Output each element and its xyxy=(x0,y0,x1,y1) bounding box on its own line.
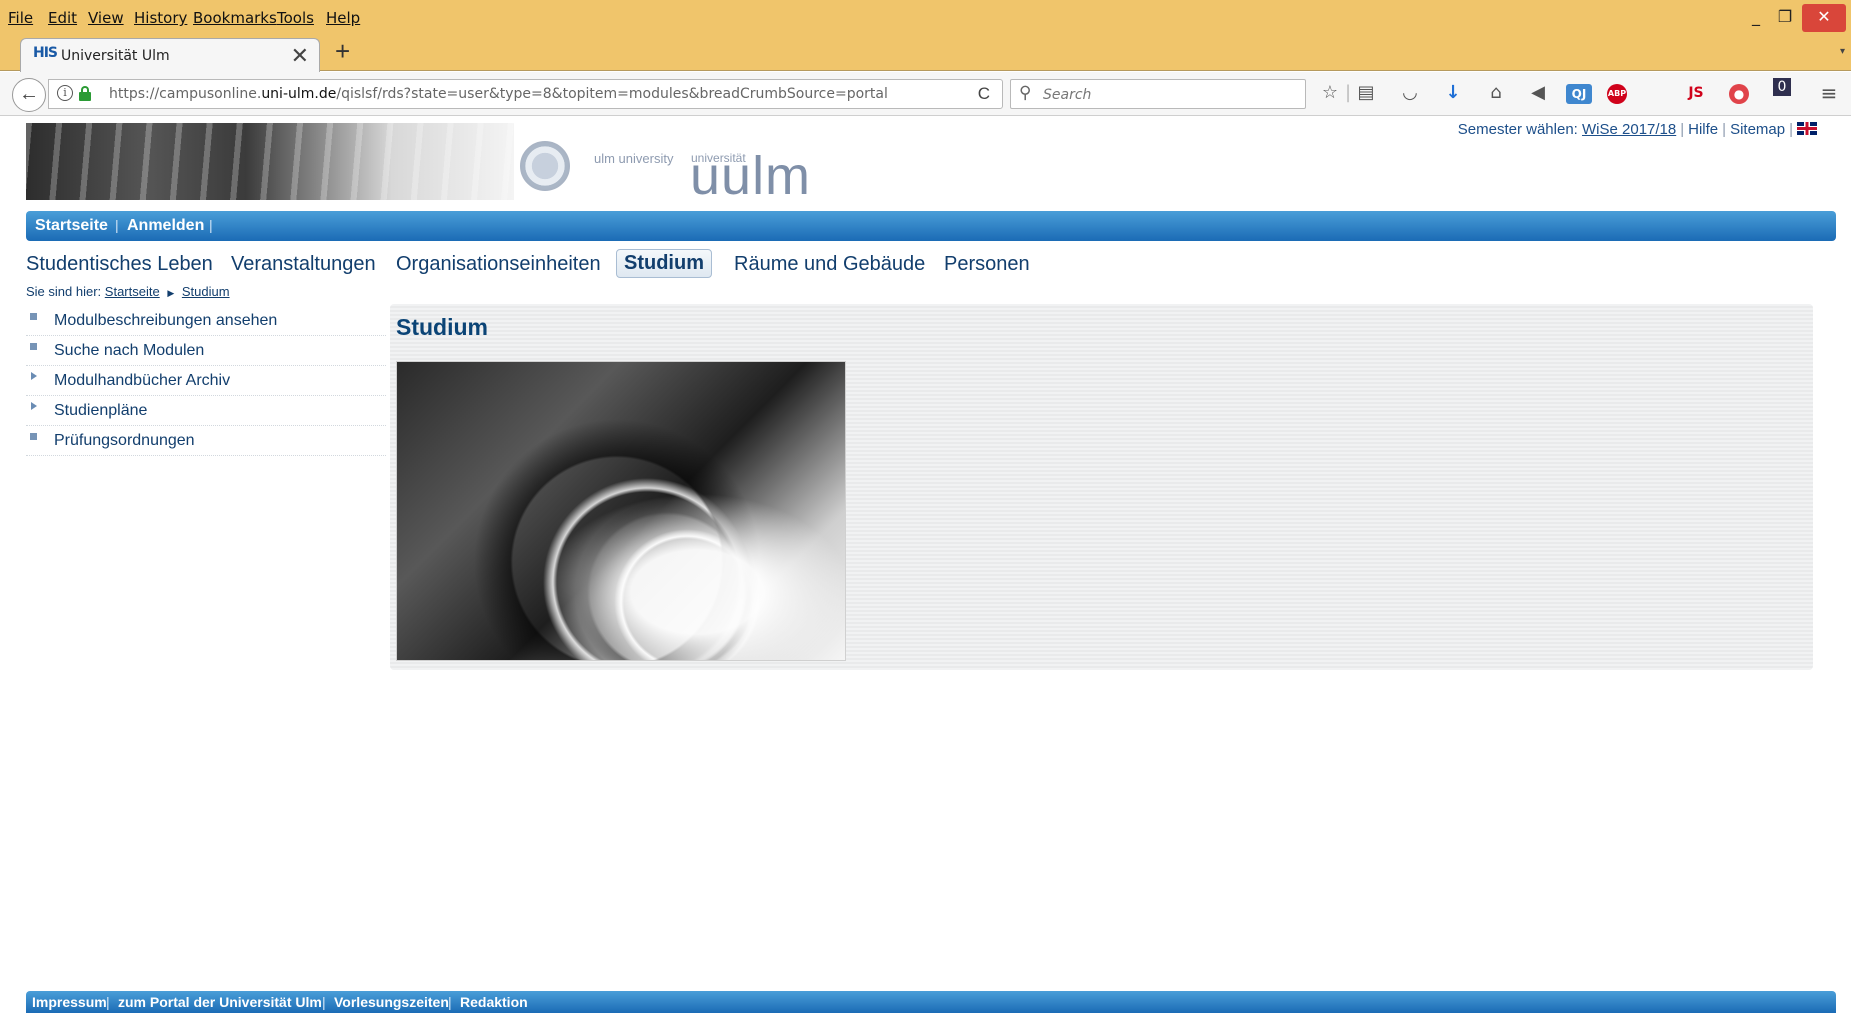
his-favicon-icon: HIS xyxy=(33,45,58,61)
footer-separator: | xyxy=(322,994,326,1010)
search-bar[interactable]: ⚲ Search xyxy=(1010,79,1306,109)
browser-tab[interactable]: HIS Universität Ulm ✕ xyxy=(20,38,320,72)
tab-list-icon[interactable]: ▾ xyxy=(1840,46,1845,57)
side-item-modulbeschreibungen[interactable]: Modulbeschreibungen ansehen xyxy=(26,306,386,336)
menu-file[interactable]: File xyxy=(8,9,33,27)
side-item-studienplaene[interactable]: Studienpläne xyxy=(26,396,386,426)
footer-vorlesungszeiten-link[interactable]: Vorlesungszeiten xyxy=(334,994,449,1010)
anmelden-link[interactable]: Anmelden xyxy=(127,217,204,235)
download-icon[interactable]: ↓ xyxy=(1442,80,1464,106)
square-bullet-icon xyxy=(30,433,37,440)
menu-bookmarks[interactable]: Bookmarks xyxy=(193,9,277,27)
js-toggle-icon[interactable]: JS xyxy=(1683,80,1709,106)
side-item-label: Modulhandbücher Archiv xyxy=(54,372,231,389)
square-bullet-icon xyxy=(30,343,37,350)
expand-arrow-icon xyxy=(31,372,37,380)
breadcrumb-studium[interactable]: Studium xyxy=(182,284,230,299)
menu-view[interactable]: View xyxy=(88,9,124,27)
noscript-icon[interactable]: ● xyxy=(1729,84,1749,104)
qj-extension-icon[interactable]: QJ xyxy=(1566,84,1592,104)
info-icon[interactable]: i xyxy=(57,85,73,101)
menu-help[interactable]: Help xyxy=(326,9,360,27)
footer-separator: | xyxy=(106,994,110,1010)
side-item-label: Prüfungsordnungen xyxy=(54,432,195,449)
content-panel: Studium xyxy=(390,304,1813,670)
back-button[interactable]: ← xyxy=(12,78,46,112)
header-links: Semester wählen: WiSe 2017/18 | Hilfe | Site… xyxy=(1458,121,1817,138)
side-item-suche-nach-modulen[interactable]: Suche nach Modulen xyxy=(26,336,386,366)
adblock-icon[interactable]: ABP xyxy=(1607,84,1627,104)
tab-strip: HIS Universität Ulm ✕ + ▾ xyxy=(0,36,1851,72)
menu-edit[interactable]: Edit xyxy=(48,9,77,27)
nav-raeume-und-gebaeude[interactable]: Räume und Gebäude xyxy=(734,253,925,276)
reload-icon[interactable]: C xyxy=(978,84,990,104)
expand-arrow-icon xyxy=(31,402,37,410)
tab-title: Universität Ulm xyxy=(61,48,170,64)
hamburger-menu-icon[interactable]: ≡ xyxy=(1816,80,1842,106)
new-tab-icon[interactable]: + xyxy=(335,36,350,67)
side-item-label: Suche nach Modulen xyxy=(54,342,205,359)
menu-bar: File Edit View History Bookmarks Tools H… xyxy=(0,0,1851,36)
nav-personen[interactable]: Personen xyxy=(944,253,1030,276)
home-icon[interactable]: ⌂ xyxy=(1484,80,1508,106)
side-item-modulhandbuecher-archiv[interactable]: Modulhandbücher Archiv xyxy=(26,366,386,396)
reading-list-icon[interactable]: ▤ xyxy=(1354,80,1378,106)
close-tab-icon[interactable]: ✕ xyxy=(291,43,309,69)
nav-studentisches-leben[interactable]: Studentisches Leben xyxy=(26,253,213,276)
header-banner: ulm university universität uulm xyxy=(26,123,814,206)
back-arrow-icon: ← xyxy=(19,83,39,105)
breadcrumb: Sie sind hier: Startseite ▶ Studium xyxy=(26,284,230,299)
menu-tools[interactable]: Tools xyxy=(277,9,314,27)
nav-veranstaltungen[interactable]: Veranstaltungen xyxy=(231,253,376,276)
side-item-pruefungsordnungen[interactable]: Prüfungsordnungen xyxy=(26,426,386,456)
bar-separator: | xyxy=(115,217,119,233)
side-item-label: Studienpläne xyxy=(54,402,148,419)
send-icon[interactable]: ◀ xyxy=(1526,80,1550,106)
sitemap-link[interactable]: Sitemap xyxy=(1730,121,1785,138)
pocket-icon[interactable]: ◡ xyxy=(1398,80,1422,106)
help-link[interactable]: Hilfe xyxy=(1688,121,1718,138)
notification-icon[interactable]: 0 xyxy=(1773,78,1791,96)
breadcrumb-arrow-icon: ▶ xyxy=(167,288,175,298)
startseite-link[interactable]: Startseite xyxy=(35,217,108,235)
uulm-logo: uulm xyxy=(690,146,812,206)
magazine-photo xyxy=(396,361,846,661)
footer-redaktion-link[interactable]: Redaktion xyxy=(460,994,528,1010)
url-text[interactable]: https://campusonline.uni-ulm.de/qislsf/r… xyxy=(109,86,888,102)
web-page: ulm university universität uulm Semester… xyxy=(0,116,1851,1013)
toolbar-separator: | xyxy=(1344,82,1352,103)
close-window-icon[interactable]: ✕ xyxy=(1802,4,1846,32)
banner-photo xyxy=(26,123,514,200)
search-placeholder: Search xyxy=(1043,87,1092,103)
square-bullet-icon xyxy=(30,313,37,320)
browser-chrome: File Edit View History Bookmarks Tools H… xyxy=(0,0,1851,116)
footer-impressum-link[interactable]: Impressum xyxy=(32,994,107,1010)
breadcrumb-prefix: Sie sind hier: xyxy=(26,284,102,299)
footer-portal-link[interactable]: zum Portal der Universität Ulm xyxy=(118,994,322,1010)
top-blue-bar: Startseite | Anmelden | xyxy=(26,211,1836,241)
nav-studium[interactable]: Studium xyxy=(616,249,712,278)
side-item-label: Modulbeschreibungen ansehen xyxy=(54,312,278,329)
lock-icon[interactable] xyxy=(79,86,91,101)
maximize-icon[interactable]: ❐ xyxy=(1763,4,1807,32)
footer-separator: | xyxy=(448,994,452,1010)
side-menu: Modulbeschreibungen ansehen Suche nach M… xyxy=(26,306,386,456)
semester-select-link[interactable]: WiSe 2017/18 xyxy=(1582,121,1676,138)
url-bar[interactable]: i https://campusonline.uni-ulm.de/qislsf… xyxy=(48,79,1003,109)
university-seal-logo xyxy=(520,141,570,191)
breadcrumb-startseite[interactable]: Startseite xyxy=(105,284,160,299)
ulm-university-text: ulm university xyxy=(594,151,674,166)
menu-history[interactable]: History xyxy=(134,9,187,27)
bar-separator: | xyxy=(209,217,213,233)
star-icon[interactable]: ☆ xyxy=(1318,80,1342,106)
semester-label: Semester wählen: xyxy=(1457,121,1578,138)
english-flag-icon[interactable] xyxy=(1797,122,1817,135)
footer-bar: Impressum | zum Portal der Universität U… xyxy=(26,991,1836,1013)
page-title: Studium xyxy=(396,314,488,340)
nav-organisationseinheiten[interactable]: Organisationseinheiten xyxy=(396,253,601,276)
search-icon: ⚲ xyxy=(1019,83,1032,102)
